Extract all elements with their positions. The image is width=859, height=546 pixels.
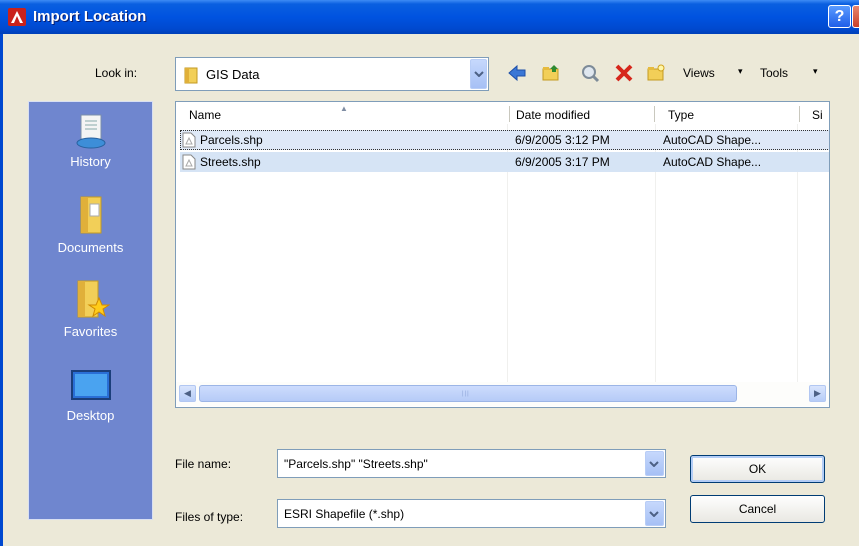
file-name-field[interactable]: "Parcels.shp" "Streets.shp" <box>277 449 666 478</box>
favorites-icon <box>77 280 110 318</box>
file-name: Parcels.shp <box>200 133 263 147</box>
place-history[interactable]: History <box>29 112 152 169</box>
ok-button[interactable]: OK <box>690 455 825 483</box>
file-type-dropdown[interactable]: ESRI Shapefile (*.shp) <box>277 499 666 528</box>
import-location-dialog: Import Location ? X Look in: GIS Data Vi… <box>0 0 859 546</box>
place-documents[interactable]: Documents <box>29 194 152 255</box>
file-name-value: "Parcels.shp" "Streets.shp" <box>284 457 428 471</box>
tools-menu[interactable]: Tools <box>760 66 788 80</box>
file-date: 6/9/2005 3:17 PM <box>515 155 610 169</box>
cancel-button[interactable]: Cancel <box>690 495 825 523</box>
scrollbar-thumb[interactable]: ||| <box>199 385 737 402</box>
look-in-value: GIS Data <box>206 67 260 82</box>
documents-icon <box>80 196 101 234</box>
file-name-label: File name: <box>175 457 232 471</box>
column-divider <box>654 106 655 122</box>
file-list[interactable]: Name ▲ Date modified Type Si Parcels.shp… <box>175 101 830 408</box>
file-type-label: Files of type: <box>175 510 244 524</box>
shapefile-icon <box>182 132 196 148</box>
chevron-down-icon[interactable] <box>470 59 487 89</box>
file-row[interactable]: Parcels.shp 6/9/2005 3:12 PM AutoCAD Sha… <box>180 130 829 150</box>
close-button[interactable]: X <box>852 5 859 28</box>
chevron-down-icon[interactable] <box>645 501 664 526</box>
folder-icon <box>184 67 198 84</box>
place-desktop[interactable]: Desktop <box>29 368 152 423</box>
place-label: Documents <box>57 240 124 255</box>
help-button[interactable]: ? <box>828 5 851 28</box>
scroll-left-icon[interactable]: ◀ <box>179 385 196 402</box>
file-type: AutoCAD Shape... <box>663 155 762 169</box>
title-bar[interactable]: Import Location ? X <box>0 0 859 34</box>
place-label: History <box>70 154 111 169</box>
file-type-value: ESRI Shapefile (*.shp) <box>284 507 405 521</box>
autocad-app-icon <box>8 8 26 26</box>
column-divider <box>509 106 510 122</box>
place-label: Favorites <box>63 324 118 339</box>
sort-arrow-icon: ▲ <box>340 104 348 113</box>
up-folder-icon[interactable] <box>541 63 561 83</box>
file-date: 6/9/2005 3:12 PM <box>515 133 610 147</box>
views-dropdown-icon[interactable]: ▾ <box>738 66 743 77</box>
back-icon[interactable] <box>507 63 527 83</box>
search-web-icon[interactable] <box>580 63 600 83</box>
look-in-label: Look in: <box>95 66 138 80</box>
new-folder-icon[interactable] <box>646 63 666 83</box>
delete-icon[interactable] <box>614 63 634 83</box>
desktop-icon <box>70 370 111 400</box>
horizontal-scrollbar[interactable]: ◀ ||| ▶ <box>176 382 829 406</box>
place-favorites[interactable]: Favorites <box>29 278 152 339</box>
file-name: Streets.shp <box>200 155 261 169</box>
column-divider <box>799 106 800 122</box>
chevron-down-icon[interactable] <box>645 451 664 476</box>
look-in-dropdown[interactable]: GIS Data <box>175 57 489 91</box>
shapefile-icon <box>182 154 196 170</box>
window-border <box>0 34 3 546</box>
column-name[interactable]: Name <box>189 108 221 122</box>
grip-icon: ||| <box>462 391 470 397</box>
scroll-right-icon[interactable]: ▶ <box>809 385 826 402</box>
history-icon <box>76 114 105 149</box>
views-menu[interactable]: Views <box>683 66 715 80</box>
places-bar: History Documents Favorites Desktop <box>28 101 153 520</box>
file-type: AutoCAD Shape... <box>663 133 762 147</box>
column-size[interactable]: Si <box>812 108 823 122</box>
window-title: Import Location <box>33 8 147 25</box>
column-type[interactable]: Type <box>668 108 694 122</box>
place-label: Desktop <box>66 408 115 423</box>
column-date[interactable]: Date modified <box>516 108 590 122</box>
tools-dropdown-icon[interactable]: ▾ <box>813 66 818 77</box>
column-header: Name ▲ Date modified Type Si <box>176 102 829 124</box>
file-row[interactable]: Streets.shp 6/9/2005 3:17 PM AutoCAD Sha… <box>180 152 829 172</box>
